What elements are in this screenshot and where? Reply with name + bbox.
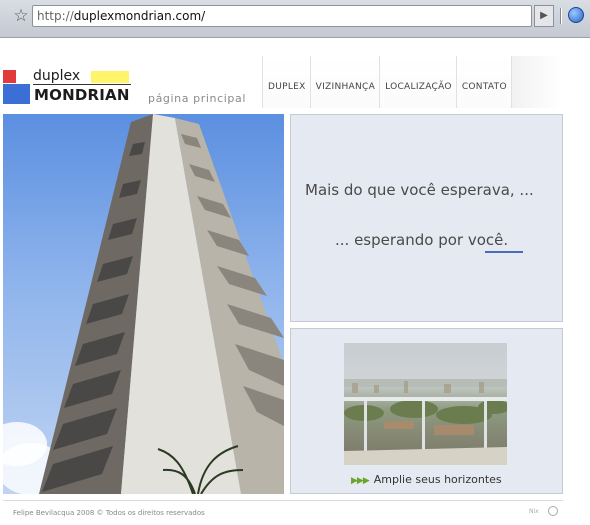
promo-label: Amplie seus horizontes [373, 473, 502, 486]
triple-arrow-icon: ▶▶▶ [351, 476, 370, 486]
tagline-line-1: Mais do que você esperava, ... [305, 181, 534, 199]
copyright-text: Felipe Bevilacqua 2008 © Todos os direit… [13, 509, 205, 517]
tagline-line-2-wrap: ... esperando por você. [335, 231, 523, 253]
logo-red-square [3, 70, 16, 83]
globe-icon[interactable] [568, 7, 584, 23]
go-arrow-icon[interactable]: ▶ [534, 5, 554, 27]
promo-link[interactable]: ▶▶▶ Amplie seus horizontes [351, 473, 502, 486]
nav-fade-end [510, 56, 563, 108]
tagline-panel: Mais do que você esperava, ... ... esper… [290, 114, 563, 322]
browser-toolbar: ☆ http://duplexmondrian.com/ ▶ [0, 0, 590, 38]
footer-credit[interactable]: Nix [529, 508, 539, 515]
building-photo [3, 114, 284, 494]
logo-blue-square [3, 84, 30, 104]
nav-item-duplex[interactable]: DUPLEX [262, 56, 310, 108]
url-scheme: http:// [37, 9, 74, 23]
nav-item-localizacao[interactable]: LOCALIZAÇÃO [379, 56, 456, 108]
bookmark-star-icon[interactable]: ☆ [10, 5, 32, 27]
nav-item-contato[interactable]: CONTATO [455, 56, 511, 108]
tagline-underline [485, 251, 523, 253]
page-subtitle: página principal [148, 92, 246, 105]
promo-panel[interactable]: ▶▶▶ Amplie seus horizontes [290, 328, 563, 494]
address-bar[interactable]: http://duplexmondrian.com/ [32, 5, 532, 27]
nav-item-vizinhanca[interactable]: VIZINHANÇA [309, 56, 380, 108]
balcony-view-photo[interactable] [344, 343, 507, 465]
url-host: duplexmondrian.com [73, 9, 202, 23]
logo-word-mondrian: MONDRIAN [34, 86, 130, 104]
page-footer: Felipe Bevilacqua 2008 © Todos os direit… [3, 500, 563, 522]
credit-circle-icon[interactable] [548, 506, 558, 516]
tagline-line-2: ... esperando por você. [335, 231, 509, 249]
web-page: duplex MONDRIAN página principal DUPLEX … [0, 38, 590, 525]
logo-word-duplex: duplex [33, 68, 131, 85]
url-path: / [201, 9, 206, 23]
toolbar-separator [560, 8, 562, 24]
site-logo[interactable]: duplex MONDRIAN [3, 68, 131, 106]
main-nav: DUPLEX VIZINHANÇA LOCALIZAÇÃO CONTATO [262, 56, 563, 108]
